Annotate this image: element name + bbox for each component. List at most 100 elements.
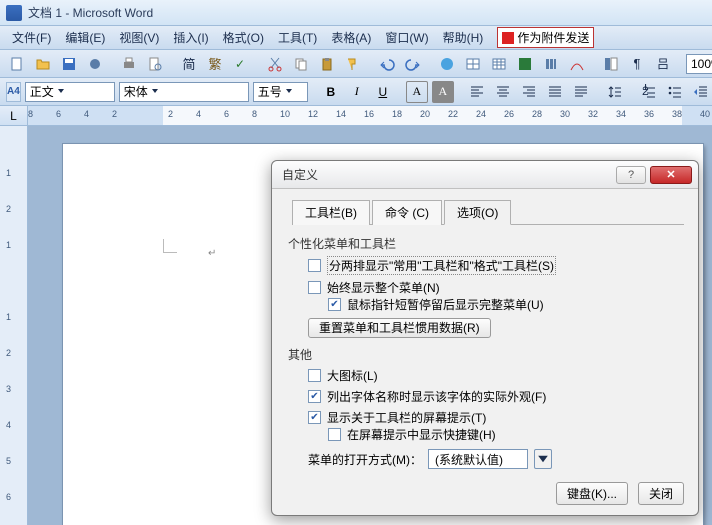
insert-table-icon[interactable] [488,53,510,75]
save-icon[interactable] [58,53,80,75]
underline-button[interactable]: U [372,81,394,103]
horizontal-ruler[interactable]: 8642246810121416182022242628303234363840 [28,106,712,125]
menu-help[interactable]: 帮助(H) [437,27,490,48]
tables-borders-icon[interactable] [462,53,484,75]
undo-icon[interactable] [376,53,398,75]
close-button[interactable]: ✕ [650,166,692,184]
align-justify-icon[interactable] [544,81,566,103]
dialog-body: 工具栏(B) 命令 (C) 选项(O) 个性化菜单和工具栏 分两排显示"常用"工… [272,189,698,477]
menu-insert[interactable]: 插入(I) [167,27,214,48]
ruler-tick: 6 [224,109,229,119]
keyboard-button[interactable]: 键盘(K)... [556,482,628,505]
spelling-icon[interactable]: ✓ [230,53,252,75]
menu-open-label: 菜单的打开方式(M)： [308,451,422,468]
align-distribute-icon[interactable] [570,81,592,103]
styles-pane-icon[interactable]: A4 [6,82,21,102]
show-hide-icon[interactable]: ¶ [626,53,648,75]
ruler-tick: 3 [6,384,11,394]
style-combo[interactable]: 正文 [25,82,115,102]
style-value: 正文 [30,83,54,100]
attach-label: 作为附件发送 [517,29,589,46]
ruler-tick: 18 [392,109,402,119]
paste-icon[interactable] [316,53,338,75]
size-combo[interactable]: 五号 [253,82,308,102]
align-left-icon[interactable] [466,81,488,103]
titlebar: 文档 1 - Microsoft Word [0,0,712,26]
opt-two-row[interactable]: 分两排显示"常用"工具栏和"格式"工具栏(S) [308,256,684,275]
menu-edit[interactable]: 编辑(E) [59,27,111,48]
simplified-chinese-icon[interactable]: 简 [178,53,200,75]
new-doc-icon[interactable] [6,53,28,75]
zoom-value: 100% [691,57,712,71]
char-shading-button[interactable]: A [432,81,454,103]
italic-button[interactable]: I [346,81,368,103]
send-as-attachment[interactable]: 作为附件发送 [497,27,594,48]
ruler-tick: 4 [196,109,201,119]
checkbox-icon [308,281,321,294]
align-right-icon[interactable] [518,81,540,103]
opt-font-preview-label: 列出字体名称时显示该字体的实际外观(F) [327,388,546,405]
copy-icon[interactable] [290,53,312,75]
columns-icon[interactable] [540,53,562,75]
line-spacing-icon[interactable] [604,81,626,103]
open-icon[interactable] [32,53,54,75]
char-border-button[interactable]: A [406,81,428,103]
decrease-indent-icon[interactable] [690,81,712,103]
permissions-icon[interactable] [84,53,106,75]
opt-full-menu[interactable]: 始终显示整个菜单(N) [308,279,684,296]
bold-button[interactable]: B [320,81,342,103]
bullets-icon[interactable] [664,81,686,103]
text-direction-icon[interactable]: 吕 [652,53,674,75]
opt-tooltips[interactable]: 显示关于工具栏的屏幕提示(T) [308,409,684,426]
dropdown-button[interactable] [534,449,552,469]
help-button[interactable]: ? [616,166,646,184]
redo-icon[interactable] [402,53,424,75]
menu-view[interactable]: 视图(V) [113,27,165,48]
ruler-tick: 4 [84,109,89,119]
align-center-icon[interactable] [492,81,514,103]
opt-font-preview[interactable]: 列出字体名称时显示该字体的实际外观(F) [308,388,684,405]
traditional-chinese-icon[interactable]: 繁 [204,53,226,75]
opt-shortcut[interactable]: 在屏幕提示中显示快捷键(H) [328,426,684,443]
svg-text:✓: ✓ [235,57,245,71]
font-combo[interactable]: 宋体 [119,82,249,102]
numbering-icon[interactable]: 12 [638,81,660,103]
menu-table[interactable]: 表格(A) [325,27,377,48]
ruler-tick: 10 [280,109,290,119]
cut-icon[interactable] [264,53,286,75]
ruler-tick: 2 [168,109,173,119]
margin-corner-mark [163,239,177,253]
print-icon[interactable] [118,53,140,75]
menu-file[interactable]: 文件(F) [6,27,57,48]
drawing-icon[interactable] [566,53,588,75]
vertical-ruler[interactable]: 121123456 [0,126,28,525]
reset-usage-button[interactable]: 重置菜单和工具栏惯用数据(R) [308,318,491,338]
left-margin [28,106,163,125]
doc-map-icon[interactable] [600,53,622,75]
ruler-tick: 1 [6,240,11,250]
close-dialog-button[interactable]: 关闭 [638,482,684,505]
opt-large-icons[interactable]: 大图标(L) [308,367,684,384]
print-preview-icon[interactable] [144,53,166,75]
tab-commands[interactable]: 命令 (C) [372,200,442,225]
tab-options[interactable]: 选项(O) [444,200,511,225]
checkbox-icon [308,259,321,272]
chevron-down-icon [56,85,70,99]
ruler-tick: 8 [252,109,257,119]
menu-open-value: (系统默认值) [435,451,503,468]
dialog-tabs: 工具栏(B) 命令 (C) 选项(O) [292,199,684,225]
menu-tools[interactable]: 工具(T) [272,27,323,48]
menu-open-select[interactable]: (系统默认值) [428,449,528,469]
ruler-tick: 28 [532,109,542,119]
insert-excel-icon[interactable] [514,53,536,75]
menu-format[interactable]: 格式(O) [217,27,270,48]
opt-delay[interactable]: 鼠标指针短暂停留后显示完整菜单(U) [328,296,684,313]
dialog-titlebar[interactable]: 自定义 ? ✕ [272,161,698,189]
zoom-combo[interactable]: 100% [686,54,712,74]
tab-toolbars[interactable]: 工具栏(B) [292,200,370,225]
menu-window[interactable]: 窗口(W) [379,27,434,48]
format-painter-icon[interactable] [342,53,364,75]
opt-tooltips-label: 显示关于工具栏的屏幕提示(T) [327,409,486,426]
hyperlink-icon[interactable] [436,53,458,75]
ruler-tick: 1 [6,168,11,178]
